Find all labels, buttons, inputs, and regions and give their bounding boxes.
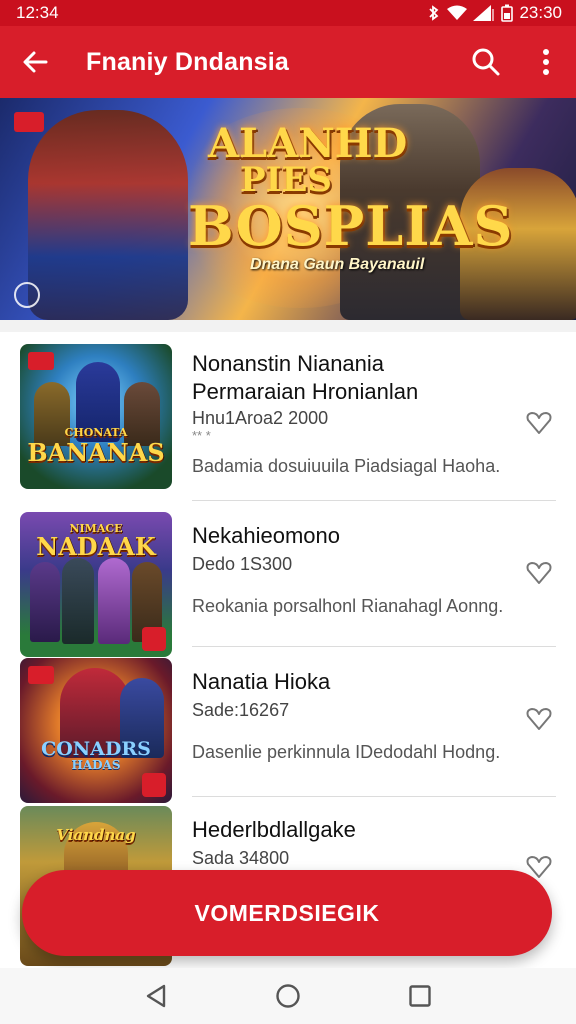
screen: 12:34 23:30 Fnaniy Dndansia ALANHD PIES … <box>0 0 576 1024</box>
recents-square-icon <box>409 985 431 1007</box>
list-item[interactable]: CHONATA BANANAS Nonanstin Nianania Perma… <box>0 332 576 501</box>
list-item[interactable]: CONADRS HADAS Nanatia Hioka Sade:16267 D… <box>0 650 576 803</box>
nav-recents-button[interactable] <box>396 972 444 1020</box>
back-button[interactable] <box>0 26 70 98</box>
item-rating: ** * <box>192 428 211 443</box>
item-thumbnail: CONADRS HADAS <box>20 658 172 803</box>
heart-outline-icon <box>526 562 552 584</box>
item-thumbnail: CHONATA BANANAS <box>20 344 172 489</box>
item-meta: Dedo 1S300 <box>192 554 293 574</box>
list-divider <box>192 646 556 647</box>
thumb-badge <box>142 773 166 797</box>
favorite-button[interactable] <box>524 558 554 588</box>
system-nav-bar <box>0 968 576 1024</box>
banner-badge <box>14 112 44 132</box>
banner-divider <box>0 320 576 332</box>
thumb-badge <box>28 666 54 684</box>
item-description: Reokania porsalhonl Rianahagl Aonng. <box>192 596 504 616</box>
banner-corner-icon <box>14 282 40 308</box>
item-name-line1: Hederlbdlallgake <box>192 817 356 842</box>
item-name-line1: Nonanstin Nianania <box>192 351 385 376</box>
page-title: Fnaniy Dndansia <box>86 47 290 76</box>
nav-back-button[interactable] <box>132 972 180 1020</box>
favorite-button[interactable] <box>524 408 554 438</box>
status-bar: 12:34 23:30 <box>0 0 576 26</box>
heart-outline-icon <box>526 412 552 434</box>
item-name-line1: Nekahieomono <box>192 523 340 548</box>
item-meta: Hnu1Aroa2 2000 <box>192 408 329 428</box>
signal-icon <box>473 5 495 21</box>
search-icon <box>472 48 500 76</box>
home-circle-icon <box>276 984 300 1008</box>
thumb-badge <box>142 627 166 651</box>
list-divider <box>192 500 556 501</box>
item-meta: Sada 34800 <box>192 848 290 868</box>
list-item[interactable]: NIMACE NADAAK Nekahieomono Dedo 1S300 Re… <box>0 504 576 657</box>
more-vert-icon <box>543 49 549 75</box>
item-description: Badamia dosuiuuila Piadsiagal Haoha. <box>192 456 501 476</box>
battery-icon <box>501 4 514 22</box>
primary-action-button[interactable]: VOMERDSIEGIK <box>22 870 552 956</box>
banner-tagline: Dnana Gaun Bayanauil <box>250 256 425 273</box>
thumb-title: Viandnag <box>56 826 136 844</box>
thumb-figure <box>62 558 94 644</box>
app-bar: Fnaniy Dndansia <box>0 26 576 98</box>
wifi-icon <box>447 5 468 21</box>
thumb-title: NADAAK <box>36 532 156 561</box>
favorite-button[interactable] <box>524 704 554 734</box>
status-time-right: 23:30 <box>519 3 562 22</box>
featured-banner[interactable]: ALANHD PIES BOSPLIAS Dnana Gaun Bayanaui… <box>0 98 576 320</box>
item-description: Dasenlie perkinnula IDedodahl Hodng. <box>192 742 501 762</box>
thumb-badge <box>28 352 54 370</box>
banner-hero-left <box>28 110 188 320</box>
banner-logo-line3: BOSPLIAS <box>188 194 514 258</box>
item-name-line2: Permaraian Hronianlan <box>192 379 419 404</box>
thumb-title: CONADRS <box>41 738 151 760</box>
thumb-subtitle: HADAS <box>71 758 121 772</box>
item-thumbnail: NIMACE NADAAK <box>20 512 172 657</box>
thumb-figure <box>98 558 130 644</box>
thumb-figure <box>30 562 60 642</box>
bluetooth-icon <box>427 4 441 22</box>
back-triangle-icon <box>146 984 166 1008</box>
status-icons: 23:30 <box>427 3 562 23</box>
item-name-line1: Nanatia Hioka <box>192 669 331 694</box>
status-time-left: 12:34 <box>16 3 59 22</box>
item-meta: Sade:16267 <box>192 700 290 720</box>
more-options-button[interactable] <box>516 26 576 98</box>
search-button[interactable] <box>456 26 516 98</box>
heart-outline-icon <box>526 708 552 730</box>
nav-home-button[interactable] <box>264 972 312 1020</box>
arrow-left-icon <box>23 51 48 73</box>
list-divider <box>192 796 556 797</box>
thumb-title: BANANAS <box>27 438 165 467</box>
